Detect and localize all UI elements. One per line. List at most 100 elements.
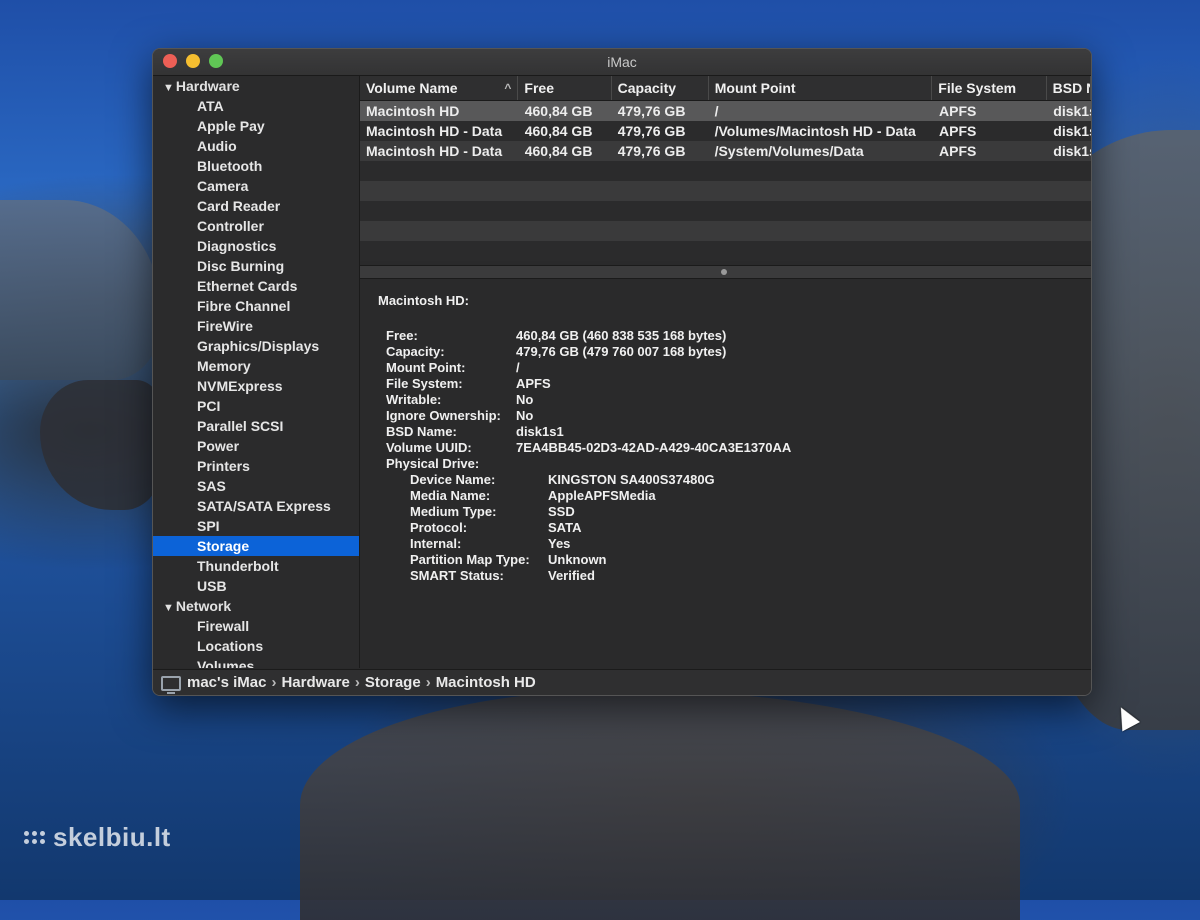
- cell-bsd-n: disk1s: [1053, 123, 1091, 139]
- cell-free: 460,84 GB: [524, 123, 593, 139]
- column-header-mount-point[interactable]: Mount Point: [709, 76, 933, 100]
- detail-pane: Macintosh HD: Free: 460,84 GB (460 838 53…: [360, 279, 1091, 598]
- volume-table: Macintosh HD 460,84 GB 479,76 GB / APFS disk1…: [360, 101, 1091, 265]
- field-value: 7EA4BB45-02D3-42AD-A429-40CA3E1370AA: [516, 440, 792, 455]
- breadcrumb-storage[interactable]: Storage: [365, 670, 421, 695]
- drive-field-smart-status: SMART Status: Verified: [378, 568, 1073, 584]
- breadcrumb-mac-s-imac[interactable]: mac's iMac: [187, 670, 266, 695]
- title-bar[interactable]: iMac: [153, 49, 1091, 76]
- desktop-rock-left: [0, 200, 160, 380]
- cell-capacity: 479,76 GB: [617, 143, 686, 159]
- sidebar-item-thunderbolt[interactable]: Thunderbolt: [153, 556, 359, 576]
- pane-splitter[interactable]: [360, 265, 1091, 279]
- sidebar-item-pci[interactable]: PCI: [153, 396, 359, 416]
- drive-field-protocol: Protocol: SATA: [378, 520, 1073, 536]
- cell-capacity: 479,76 GB: [617, 103, 686, 119]
- sidebar-item-sata-sata-express[interactable]: SATA/SATA Express: [153, 496, 359, 516]
- field-label: BSD Name:: [386, 424, 457, 439]
- column-header-label: File System: [938, 80, 1017, 96]
- system-information-window: iMac ▼ Hardware ATA Apple Pay Audio Bluetooth…: [152, 48, 1092, 696]
- cell-mount-point: /: [714, 103, 719, 119]
- sidebar-item-sas[interactable]: SAS: [153, 476, 359, 496]
- field-label: Mount Point:: [386, 360, 466, 375]
- sidebar-item-printers[interactable]: Printers: [153, 456, 359, 476]
- table-row[interactable]: Macintosh HD - Data 460,84 GB 479,76 GB/Vo…: [360, 121, 1091, 141]
- sidebar-item-spi[interactable]: SPI: [153, 516, 359, 536]
- cell-capacity: 479,76 GB: [617, 123, 686, 139]
- field-label: Writable:: [386, 392, 442, 407]
- sidebar-item-bluetooth[interactable]: Bluetooth: [153, 156, 359, 176]
- empty-row: [360, 221, 1091, 241]
- column-header-capacity[interactable]: Capacity: [612, 76, 709, 100]
- sidebar-group-network[interactable]: ▼ Network: [153, 596, 359, 616]
- cell-bsd-n: disk1s: [1053, 103, 1091, 119]
- detail-title: Macintosh HD:: [378, 293, 469, 308]
- column-header-file-system[interactable]: File System: [932, 76, 1047, 100]
- window-title: iMac: [607, 54, 637, 70]
- sidebar-item-nvmexpress[interactable]: NVMExpress: [153, 376, 359, 396]
- column-header-free[interactable]: Free: [518, 76, 612, 100]
- sidebar-item-volumes[interactable]: Volumes: [153, 656, 359, 668]
- detail-field-file-system: File System: APFS: [378, 376, 1073, 392]
- field-value: Verified: [548, 568, 595, 583]
- cell-mount-point: /System/Volumes/Data: [714, 143, 864, 159]
- sidebar-item-card-reader[interactable]: Card Reader: [153, 196, 359, 216]
- sidebar-item-audio[interactable]: Audio: [153, 136, 359, 156]
- empty-row: [360, 161, 1091, 181]
- sidebar-item-memory[interactable]: Memory: [153, 356, 359, 376]
- sidebar-item-ethernet-cards[interactable]: Ethernet Cards: [153, 276, 359, 296]
- drive-field-device-name: Device Name: KINGSTON SA400S37480G: [378, 472, 1073, 488]
- field-label: Medium Type:: [410, 504, 497, 519]
- field-value: Yes: [548, 536, 571, 551]
- breadcrumb-macintosh-hd[interactable]: Macintosh HD: [436, 670, 536, 695]
- field-value: No: [516, 408, 534, 423]
- field-value: disk1s1: [516, 424, 564, 439]
- sidebar-group-label: Network: [175, 598, 232, 614]
- computer-icon: [161, 675, 181, 694]
- column-header-bsd-n[interactable]: BSD N: [1047, 76, 1091, 100]
- sidebar-item-graphics-displays[interactable]: Graphics/Displays: [153, 336, 359, 356]
- detail-field-volume-uuid: Volume UUID: 7EA4BB45-02D3-42AD-A429-40CA…: [378, 440, 1073, 456]
- field-label: Free:: [386, 328, 418, 343]
- cell-free: 460,84 GB: [524, 103, 593, 119]
- field-label: Media Name:: [410, 488, 491, 503]
- field-value: Unknown: [548, 552, 607, 567]
- field-value: No: [516, 392, 534, 407]
- sidebar-item-ata[interactable]: ATA: [153, 96, 359, 116]
- empty-row: [360, 241, 1091, 261]
- cell-volume-name: Macintosh HD - Data: [366, 123, 503, 139]
- column-header-volume-name[interactable]: Volume Name ^: [360, 76, 519, 100]
- field-value: /: [516, 360, 520, 375]
- sidebar-item-camera[interactable]: Camera: [153, 176, 359, 196]
- sidebar-item-power[interactable]: Power: [153, 436, 359, 456]
- field-value: SSD: [548, 504, 575, 519]
- breadcrumb-hardware[interactable]: Hardware: [281, 670, 349, 695]
- sort-ascending-icon[interactable]: ^: [504, 76, 511, 100]
- splitter-handle-icon[interactable]: [721, 269, 727, 275]
- drive-field-partition-map-type: Partition Map Type: Unknown: [378, 552, 1073, 568]
- field-value: KINGSTON SA400S37480G: [548, 472, 715, 487]
- watermark-text: skelbiu.lt: [53, 822, 171, 852]
- sidebar-item-firewire[interactable]: FireWire: [153, 316, 359, 336]
- watermark: skelbiu.lt: [24, 822, 171, 853]
- sidebar-item-storage[interactable]: Storage: [153, 536, 359, 556]
- disclosure-triangle-icon[interactable]: ▼: [163, 602, 174, 614]
- field-label: Internal:: [410, 536, 462, 551]
- table-row[interactable]: Macintosh HD 460,84 GB 479,76 GB / APFS disk1…: [360, 101, 1091, 121]
- cell-mount-point: /Volumes/Macintosh HD - Data: [714, 123, 916, 139]
- column-header-label: Capacity: [617, 80, 677, 96]
- sidebar-item-fibre-channel[interactable]: Fibre Channel: [153, 296, 359, 316]
- sidebar-item-diagnostics[interactable]: Diagnostics: [153, 236, 359, 256]
- sidebar-item-disc-burning[interactable]: Disc Burning: [153, 256, 359, 276]
- sidebar-item-locations[interactable]: Locations: [153, 636, 359, 656]
- disclosure-triangle-icon[interactable]: ▼: [163, 82, 174, 94]
- sidebar-item-controller[interactable]: Controller: [153, 216, 359, 236]
- sidebar-item-firewall[interactable]: Firewall: [153, 616, 359, 636]
- sidebar-group-hardware[interactable]: ▼ Hardware: [153, 76, 359, 96]
- main-pane: Volume Name ^ Free Capacity Mount Point File …: [360, 76, 1091, 668]
- sidebar-item-parallel-scsi[interactable]: Parallel SCSI: [153, 416, 359, 436]
- table-row[interactable]: Macintosh HD - Data 460,84 GB 479,76 GB/Sy…: [360, 141, 1091, 161]
- cell-volume-name: Macintosh HD - Data: [366, 143, 503, 159]
- sidebar-item-apple-pay[interactable]: Apple Pay: [153, 116, 359, 136]
- sidebar-item-usb[interactable]: USB: [153, 576, 359, 596]
